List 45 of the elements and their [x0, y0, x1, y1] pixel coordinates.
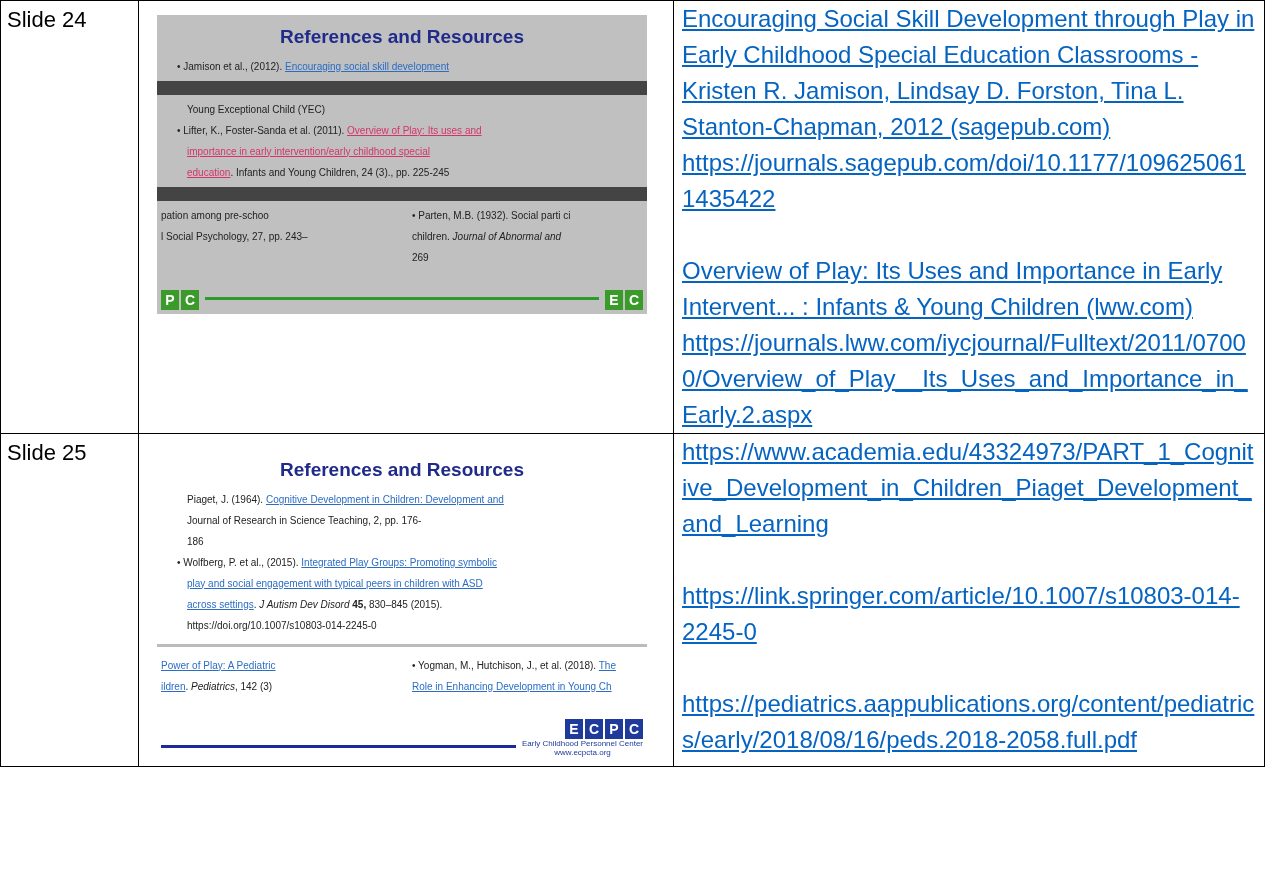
- document-link[interactable]: https://www.academia.edu/43324973/PART_1_Cognitive_Development_in_Children_Piaget_Development_and_Learning: [682, 434, 1256, 542]
- reference-link[interactable]: play and social engagement with typical peers in children with ASD: [187, 577, 483, 589]
- reference-link[interactable]: Encouraging social skill development: [285, 60, 449, 72]
- slide-title: References and Resources: [279, 458, 525, 482]
- reference-link[interactable]: Power of Play: A Pediatric: [161, 659, 276, 671]
- document-link[interactable]: https://pediatrics.aappublications.org/content/pediatrics/early/2018/08/16/peds.2018-2058.full.pdf: [682, 686, 1256, 758]
- reference-text: pation among pre-schoo: [161, 208, 270, 223]
- reference-text: https://doi.org/10.1007/s10803-014-2245-0: [187, 618, 378, 633]
- reference-link[interactable]: across settings: [187, 598, 254, 610]
- reference-text: children. Journal of Abnormal and: [412, 229, 563, 244]
- slide-label: Slide 24: [7, 7, 87, 32]
- reference-text: • Yogman, M., Hutchison, J., et al. (2018). The: [412, 658, 617, 673]
- logo-letter: C: [181, 289, 199, 310]
- reference-text: 269: [412, 250, 430, 265]
- reference-link[interactable]: Integrated Play Groups: Promoting symbolic: [301, 556, 497, 568]
- reference-text: • Wolfberg, P. et al., (2015). Integrated Play Groups: Promoting symbolic: [177, 555, 498, 570]
- reference-text: 186: [187, 534, 205, 549]
- slide-title: References and Resources: [279, 25, 525, 49]
- reference-text: Journal of Research in Science Teaching, 2, pp. 176-: [187, 513, 423, 528]
- logo-letter: E: [565, 718, 583, 739]
- reference-link[interactable]: Role in Enhancing Development in Young Ch: [412, 680, 612, 692]
- logo-letter: C: [625, 718, 643, 739]
- reference-text: across settings. J Autism Dev Disord 45, 830–845 (2015).: [187, 597, 444, 612]
- logo-letter: C: [625, 289, 643, 310]
- reference-text: l Social Psychology, 27, pp. 243–: [161, 229, 309, 244]
- logo-letter: P: [605, 718, 623, 739]
- reference-text: ildren. Pediatrics, 142 (3): [161, 679, 274, 694]
- logo-url: www.ecpcta.org: [553, 748, 612, 758]
- document-link[interactable]: Encouraging Social Skill Development through Play in Early Childhood Special Education Classrooms - Kristen R. Jamison, Lindsay D. Forston, Tina L. Stanton-Chapman, 2012 (sagepub.com): [682, 1, 1256, 145]
- reference-text: Piaget, J. (1964). Cognitive Development in Children: Development and: [187, 492, 505, 507]
- reference-text: Young Exceptional Child (YEC): [187, 102, 327, 117]
- document-link[interactable]: Overview of Play: Its Uses and Importance in Early Intervent... : Infants & Young Children (lww.com): [682, 253, 1256, 325]
- document-link[interactable]: https://journals.sagepub.com/doi/10.1177/1096250611435422: [682, 145, 1256, 217]
- slide-label: Slide 25: [7, 440, 87, 465]
- reference-link[interactable]: The: [598, 659, 616, 671]
- reference-text: • Parten, M.B. (1932). Social parti ci: [412, 208, 572, 223]
- logo-caption: Early Childhood Personnel Center: [522, 738, 643, 749]
- reference-text: education. Infants and Young Children, 24 (3)., pp. 225-245: [187, 165, 451, 180]
- document-link[interactable]: https://link.springer.com/article/10.1007/s10803-014-2245-0: [682, 578, 1256, 650]
- logo-letter: E: [605, 289, 623, 310]
- logo-letter: C: [585, 718, 603, 739]
- reference-text: • Lifter, K., Foster-Sanda et al. (2011). Overview of Play: Its uses and: [177, 123, 483, 138]
- logo-letter: P: [161, 289, 179, 310]
- reference-link[interactable]: Cognitive Development in Children: Development and: [265, 493, 504, 505]
- reference-text: • Jamison et al., (2012). Encouraging social skill development: [177, 59, 450, 74]
